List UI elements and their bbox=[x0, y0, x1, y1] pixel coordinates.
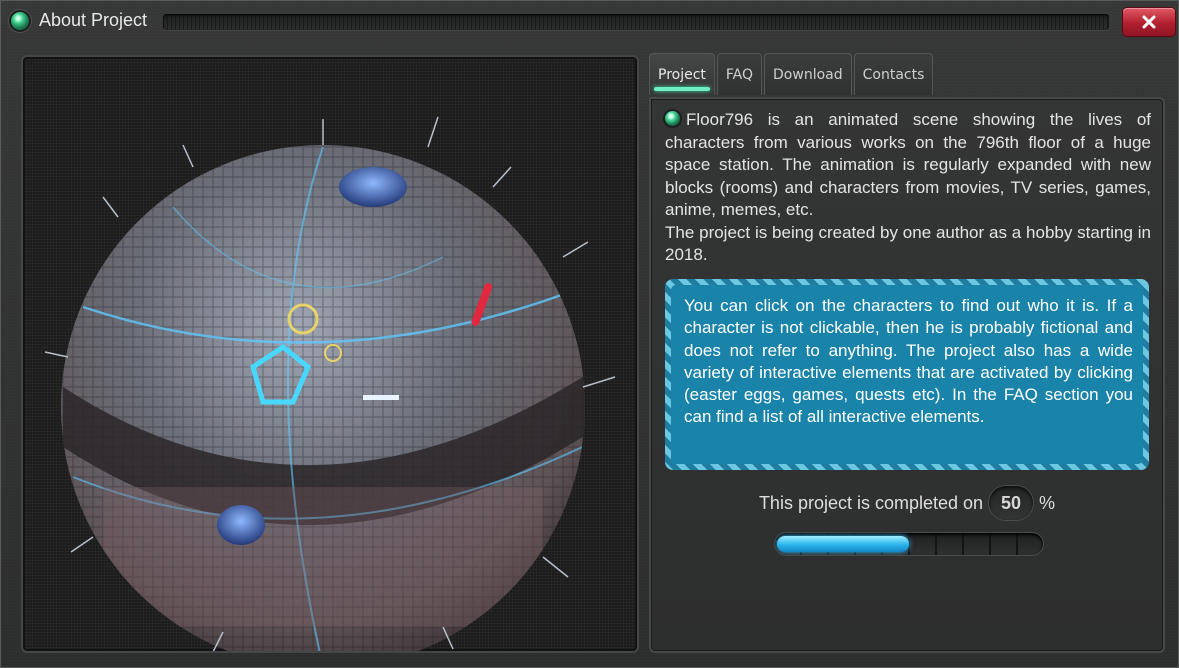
intro-text: Floor796 is an animated scene showing th… bbox=[665, 110, 1151, 219]
info-notice-box: You can click on the characters to find … bbox=[665, 279, 1149, 470]
space-station-image bbox=[44, 116, 616, 651]
close-button[interactable] bbox=[1123, 8, 1175, 36]
title-bar: About Project bbox=[1, 1, 1178, 41]
tab-project[interactable]: Project bbox=[649, 53, 715, 95]
project-description: Floor796 is an animated scene showing th… bbox=[665, 109, 1151, 267]
completion-row: This project is completed on 50 % bbox=[651, 485, 1163, 521]
completion-progress-fill bbox=[777, 536, 909, 552]
window-title: About Project bbox=[39, 10, 148, 30]
title-bar-drag-strip[interactable] bbox=[163, 14, 1109, 30]
completion-label: This project is completed on bbox=[758, 492, 984, 513]
tab-bar: Project FAQ Download Contacts bbox=[649, 53, 934, 97]
percent-sign: % bbox=[1039, 492, 1056, 513]
info-notice-text: You can click on the characters to find … bbox=[671, 285, 1143, 464]
tab-download[interactable]: Download bbox=[764, 53, 852, 95]
status-led-icon bbox=[11, 12, 29, 30]
tab-contacts[interactable]: Contacts bbox=[853, 53, 934, 95]
completion-progress-bar bbox=[775, 533, 1043, 555]
project-tab-content: Floor796 is an animated scene showing th… bbox=[649, 97, 1165, 653]
completion-percent-badge: 50 bbox=[989, 486, 1034, 520]
author-note: The project is being created by one auth… bbox=[665, 222, 1151, 265]
project-image-panel bbox=[21, 55, 639, 653]
tab-faq[interactable]: FAQ bbox=[716, 53, 763, 95]
about-project-window: About Project Project FAQ Download Conta… bbox=[0, 0, 1179, 668]
green-led-icon bbox=[665, 111, 680, 126]
close-x-icon bbox=[1142, 15, 1156, 29]
